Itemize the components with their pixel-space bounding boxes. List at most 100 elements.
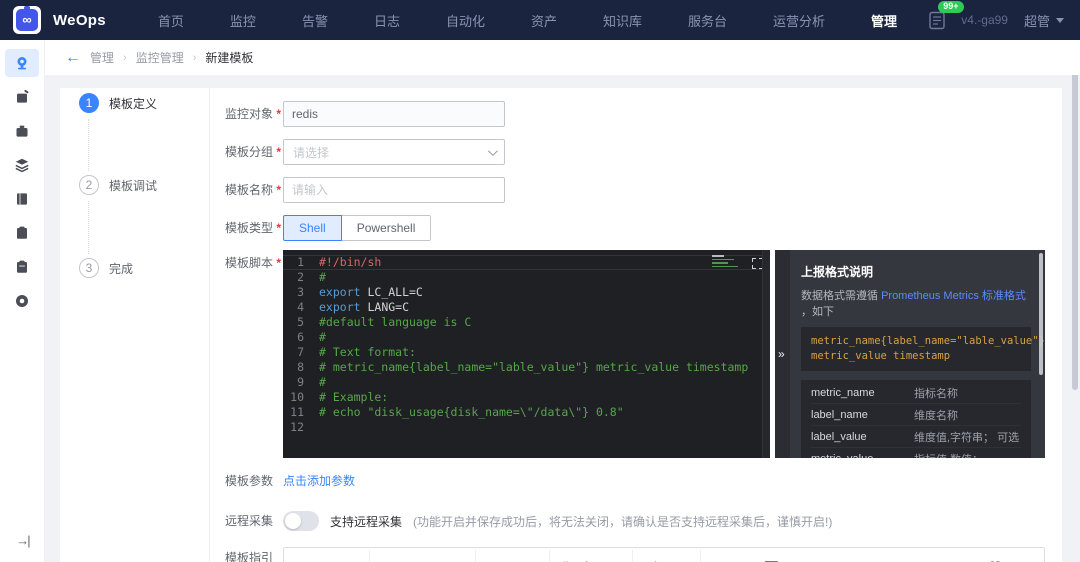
step-number: 2 [79, 175, 99, 195]
toolbar-group: </>⊞ [631, 549, 700, 562]
template-type-label: 模板类型 [225, 215, 281, 241]
line-number: 7 [297, 345, 304, 359]
nav-item[interactable]: 运营分析 [773, 11, 825, 30]
format-field-row: label_name 维度名称 [811, 404, 1021, 426]
template-form-card: 1 模板定义 2 模板调试 3 完成 监控对象 模板分组 请选择 模板名称 模板… [60, 88, 1062, 562]
page-scrollbar-thumb[interactable] [1072, 42, 1078, 390]
nav-item[interactable]: 首页 [158, 11, 184, 30]
nav-item[interactable]: 日志 [374, 11, 400, 30]
toolbar-group-right: ▤▦⛶? [928, 550, 1032, 562]
field-desc: 指标值,数值； [914, 451, 983, 459]
left-sidebar: →| [0, 40, 45, 562]
line-code: export LANG=C [319, 300, 410, 314]
remote-collect-label: 远程采集 [225, 514, 274, 528]
nav-item[interactable]: 管理 [871, 11, 897, 30]
notice-badge: 99+ [938, 0, 964, 14]
release-notes-button[interactable]: 99+ [929, 0, 964, 30]
add-param-link[interactable]: 点击添加参数 [283, 472, 355, 490]
type-shell-button[interactable]: Shell [283, 215, 342, 241]
step-wizard: 1 模板定义 2 模板调试 3 完成 [60, 88, 210, 562]
breadcrumb-item[interactable]: 管理 [90, 49, 114, 66]
field-key: label_name [811, 408, 868, 421]
nav-item[interactable]: 监控 [230, 11, 256, 30]
template-script-label: 模板脚本 [225, 250, 281, 276]
breadcrumb: ← 管理 › 监控管理 › 新建模板 [45, 40, 1080, 75]
script-code-editor[interactable]: 1 #!/bin/sh 2 #3 export LC_ALL=C 4 export LANG… [283, 250, 770, 458]
nav-item[interactable]: 知识库 [603, 11, 642, 30]
toolbar-group: ≡≡≡ [475, 549, 549, 562]
document-icon [929, 11, 945, 29]
step-template-define: 1 模板定义 [79, 93, 157, 113]
report-format-panel: » 上报格式说明 数据格式需遵循 Prometheus Metrics 标准格式… [775, 250, 1045, 458]
user-menu[interactable]: 超管 [1024, 11, 1064, 30]
remote-collect-note: (功能开启并保存成功后，将无法关闭，请确认是否支持远程采集后，谨慎开启!) [413, 514, 833, 529]
template-name-input[interactable] [283, 177, 505, 203]
step-label: 完成 [109, 261, 134, 276]
editor-line: 6 # [283, 330, 770, 345]
line-number: 1 [297, 255, 304, 269]
format-code-line: metric_value timestamp [811, 350, 951, 362]
template-guide-label: 模板指引 [225, 551, 274, 562]
weops-logo[interactable]: ∞ [13, 6, 41, 34]
line-number: 10 [290, 390, 304, 404]
step-template-debug: 2 模板调试 [79, 175, 157, 195]
line-number: 6 [297, 330, 304, 344]
user-name: 超管 [1023, 13, 1050, 29]
field-key: metric_value [811, 453, 914, 459]
briefcase-icon [16, 125, 28, 137]
layers-icon [15, 158, 29, 173]
alarm-icon [17, 89, 29, 103]
page-scrollbar-track [1070, 40, 1080, 562]
nav-item[interactable]: 服务台 [688, 11, 727, 30]
breadcrumb-item[interactable]: 监控管理 [136, 49, 184, 66]
remote-collect-toggle[interactable] [283, 511, 319, 531]
nav-item[interactable]: 资产 [531, 11, 557, 30]
sidebar-item-monitor[interactable] [5, 49, 39, 77]
editor-line: 2 # [283, 270, 770, 285]
sidebar-item-briefcase[interactable] [5, 117, 39, 145]
sidebar-item-gear[interactable] [5, 287, 39, 315]
monitor-object-label: 监控对象 [225, 101, 281, 127]
line-code: # Text format: [319, 345, 416, 359]
panel-description: 数据格式需遵循 Prometheus Metrics 标准格式 ，如下 [801, 287, 1031, 319]
format-field-row: metric_name 指标名称 [811, 382, 1021, 404]
format-field-row: metric_value指标值,数值； [811, 448, 1021, 459]
brand-title: WeOps [53, 11, 106, 29]
format-code-line: metric_name{label_name="lable_value"} [811, 335, 1045, 347]
editor-line: 9 # [283, 375, 770, 390]
type-powershell-button[interactable]: Powershell [340, 215, 432, 241]
editor-minimap [712, 255, 742, 267]
monitor-object-input[interactable] [283, 101, 505, 127]
field-desc: 维度值,字符串； 可选 [914, 431, 1020, 444]
nav-menu: 首页 监控 告警 日志 自动化 资产 知识库 服务台 运营分析 管理 [158, 11, 897, 30]
nav-item[interactable]: 自动化 [446, 11, 485, 30]
line-code: # [319, 330, 326, 344]
template-group-label: 模板分组 [225, 139, 281, 165]
line-number: 9 [297, 375, 304, 389]
sidebar-item-alarm[interactable] [5, 83, 39, 111]
sidebar-item-clipboard[interactable] [5, 219, 39, 247]
nav-item[interactable]: 告警 [302, 11, 328, 30]
panel-scrollbar[interactable] [1039, 253, 1043, 375]
remote-collect-text: 支持远程采集 [330, 514, 403, 529]
prometheus-metrics-link[interactable]: Prometheus Metrics 标准格式 [881, 290, 1026, 302]
editor-scrollbar[interactable] [762, 250, 770, 458]
editor-line: 5 #default language is C [283, 315, 770, 330]
sidebar-item-book[interactable] [5, 185, 39, 213]
panel-expand-icon[interactable]: » [778, 348, 785, 360]
step-label: 模板调试 [109, 178, 158, 193]
format-fields-table: metric_name 指标名称 label_name 维度名称 label_value… [801, 380, 1031, 458]
gear-icon [16, 295, 28, 307]
toolbar-group: ❝⒈•≡ [548, 549, 632, 562]
sidebar-item-clipboard2[interactable] [5, 253, 39, 281]
line-number: 5 [297, 315, 304, 329]
rich-text-toolbar: BIHUS―x²≡≡≡❝⒈•≡</>⊞↺↻⌫ ▤▦⛶? [283, 547, 1045, 562]
sidebar-collapse-button[interactable]: →| [0, 533, 45, 548]
version-label: v4.-ga99 [961, 13, 1008, 27]
template-name-label: 模板名称 [225, 177, 281, 203]
template-group-select[interactable]: 请选择 [283, 139, 505, 165]
back-arrow-icon[interactable]: ← [65, 49, 81, 66]
sidebar-item-layers[interactable] [5, 151, 39, 179]
line-code: export LC_ALL=C [319, 285, 423, 299]
weops-logo-icon: ∞ [16, 6, 38, 31]
